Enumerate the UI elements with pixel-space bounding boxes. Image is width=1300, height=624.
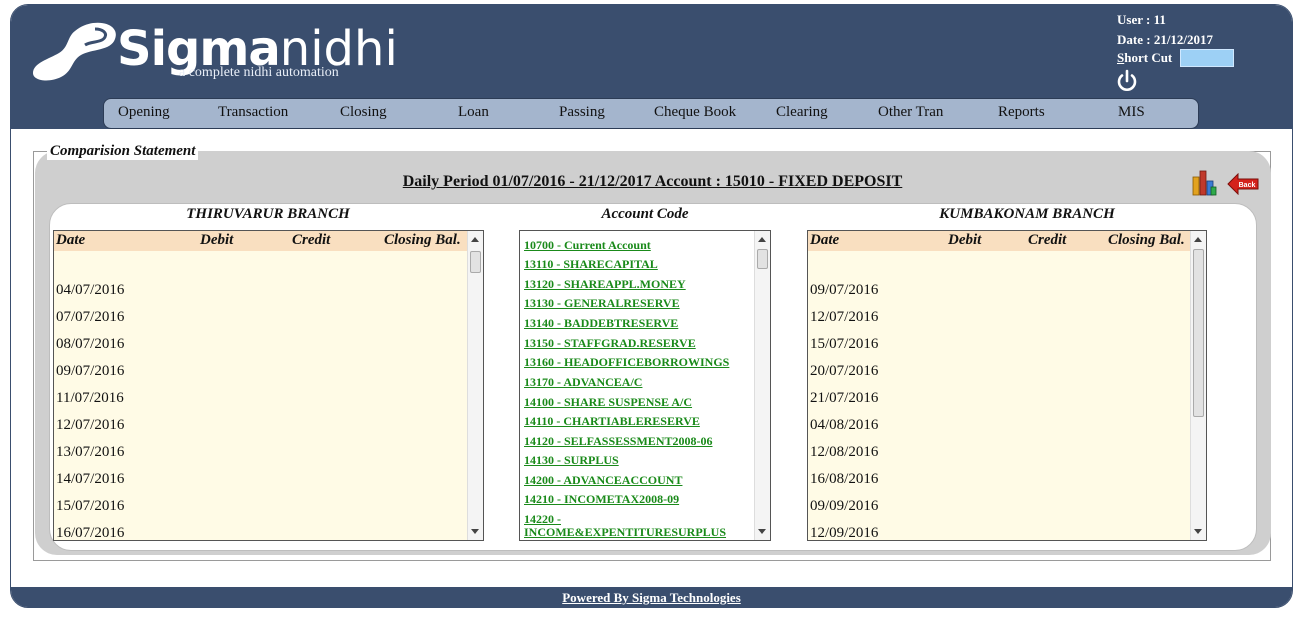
period-title: Daily Period 01/07/2016 - 21/12/2017 Acc… xyxy=(402,173,903,190)
account-code-title: Account Code xyxy=(601,206,689,222)
account-code-link[interactable]: 14110 - CHARTIABLERESERVE xyxy=(524,415,744,428)
account-code-link[interactable]: 14120 - SELFASSESSMENT2008-06 xyxy=(524,435,744,448)
left-scroll-thumb[interactable] xyxy=(470,251,481,273)
shortcut-row: Short Cut xyxy=(1117,49,1235,67)
cell-date: 16/08/2016 xyxy=(810,471,879,487)
menu-cheque-book[interactable]: Cheque Book xyxy=(654,104,736,121)
left-header-date: Date xyxy=(56,232,86,248)
right-branch-title: KUMBAKONAM BRANCH xyxy=(939,206,1115,222)
shortcut-input[interactable] xyxy=(1180,49,1235,67)
shortcut-label-rest: hort Cut xyxy=(1124,50,1173,65)
user-id: User : 11 xyxy=(1117,12,1166,27)
account-code-link[interactable]: 14220 - INCOME&EXPENTITURESURPLUS xyxy=(524,513,744,539)
cell-date: 21/07/2016 xyxy=(810,390,879,406)
account-code-link[interactable]: 10700 - Current Account xyxy=(524,239,744,252)
account-code-link[interactable]: 13140 - BADDEBTRESERVE xyxy=(524,317,744,330)
menu-passing[interactable]: Passing xyxy=(559,104,605,121)
account-code-link[interactable]: 13120 - SHAREAPPL.MONEY xyxy=(524,278,744,291)
user-info: User : 11 Date : 21/12/2017 xyxy=(1117,10,1213,50)
menu-other-tran[interactable]: Other Tran xyxy=(878,104,943,121)
left-header-credit: Credit xyxy=(292,232,331,248)
back-icon[interactable]: Back xyxy=(1227,173,1259,195)
cell-date: 12/09/2016 xyxy=(810,525,879,541)
account-code-link[interactable]: 14210 - INCOMETAX2008-09 xyxy=(524,493,744,506)
left-grid-header: Date Debit Credit Closing Bal. xyxy=(54,231,469,251)
right-grid-header: Date Debit Credit Closing Bal. xyxy=(808,231,1192,251)
right-grid-scrollbar[interactable] xyxy=(1190,231,1206,540)
right-branch-grid: Date Debit Credit Closing Bal. 5008069.0… xyxy=(807,230,1207,541)
cell-date: 14/07/2016 xyxy=(56,471,125,487)
brand-tagline: a complete nidhi automation xyxy=(179,65,339,80)
cell-date: 15/07/2016 xyxy=(810,336,879,352)
right-header-date: Date xyxy=(810,232,840,248)
cell-date: 07/07/2016 xyxy=(56,309,125,325)
account-code-link[interactable]: 13160 - HEADOFFICEBORROWINGS xyxy=(524,356,744,369)
footer: Powered By Sigma Technologies xyxy=(11,587,1292,607)
account-list-scrollbar[interactable] xyxy=(754,231,770,540)
cell-date: 13/07/2016 xyxy=(56,444,125,460)
panel-legend: Comparision Statement xyxy=(47,143,199,160)
header: Sigmanidhi a complete nidhi automation U… xyxy=(11,5,1292,129)
cell-date: 20/07/2016 xyxy=(810,363,879,379)
cell-date: 12/08/2016 xyxy=(810,444,879,460)
app-window: Sigmanidhi a complete nidhi automation U… xyxy=(10,4,1293,608)
right-scroll-thumb[interactable] xyxy=(1193,249,1204,417)
cell-date: 12/07/2016 xyxy=(810,309,879,325)
account-code-link[interactable]: 14130 - SURPLUS xyxy=(524,454,744,467)
account-scroll-thumb[interactable] xyxy=(757,249,768,269)
account-scroll-up-icon[interactable] xyxy=(758,237,766,242)
chart-icon[interactable] xyxy=(1191,169,1217,197)
left-header-debit: Debit xyxy=(200,232,234,248)
account-code-link[interactable]: 13150 - STAFFGRAD.RESERVE xyxy=(524,337,744,350)
account-code-list: 10700 - Current Account 13110 - SHARECAPI… xyxy=(519,230,771,541)
cell-date: 11/07/2016 xyxy=(56,390,124,406)
account-code-link[interactable]: 13110 - SHARECAPITAL xyxy=(524,258,744,271)
cell-date: 04/07/2016 xyxy=(56,282,125,298)
menu-transaction[interactable]: Transaction xyxy=(218,104,288,121)
cell-date: 09/09/2016 xyxy=(810,498,879,514)
account-code-link[interactable]: 14200 - ADVANCEACCOUNT xyxy=(524,474,744,487)
right-header-credit: Credit xyxy=(1028,232,1067,248)
menu-opening[interactable]: Opening xyxy=(118,104,170,121)
session-date: Date : 21/12/2017 xyxy=(1117,32,1214,47)
right-scroll-up-icon[interactable] xyxy=(1194,237,1202,242)
menu-mis[interactable]: MIS xyxy=(1118,104,1145,121)
account-code-link[interactable]: 13130 - GENERALRESERVE xyxy=(524,297,744,310)
cell-date: 09/07/2016 xyxy=(810,282,879,298)
account-scroll-down-icon[interactable] xyxy=(758,529,766,534)
cell-date: 15/07/2016 xyxy=(56,498,125,514)
left-branch-grid: Date Debit Credit Closing Bal. 12944247.… xyxy=(53,230,484,541)
account-code-link[interactable]: 13170 - ADVANCEA/C xyxy=(524,376,744,389)
logo-mark-icon xyxy=(33,22,116,81)
shortcut-label: Short Cut xyxy=(1117,50,1172,66)
left-grid-scrollbar[interactable] xyxy=(467,231,483,540)
cell-date: 04/08/2016 xyxy=(810,417,879,433)
main-menu: Opening Transaction Closing Loan Passing… xyxy=(103,98,1199,129)
left-header-closing: Closing Bal. xyxy=(384,232,461,248)
cell-date: 09/07/2016 xyxy=(56,363,125,379)
right-scroll-down-icon[interactable] xyxy=(1194,529,1202,534)
cell-date: 12/07/2016 xyxy=(56,417,125,433)
right-header-debit: Debit xyxy=(948,232,982,248)
footer-powered-by-link[interactable]: Powered By Sigma Technologies xyxy=(562,590,741,605)
left-scroll-up-icon[interactable] xyxy=(471,237,479,242)
menu-loan[interactable]: Loan xyxy=(458,104,489,121)
power-icon[interactable] xyxy=(1115,69,1139,93)
left-branch-title: THIRUVARUR BRANCH xyxy=(186,206,350,222)
left-scroll-down-icon[interactable] xyxy=(471,529,479,534)
account-code-link[interactable]: 14100 - SHARE SUSPENSE A/C xyxy=(524,396,744,409)
cell-date: 08/07/2016 xyxy=(56,336,125,352)
back-icon-label: Back xyxy=(1239,182,1256,189)
menu-reports[interactable]: Reports xyxy=(998,104,1045,121)
menu-closing[interactable]: Closing xyxy=(340,104,387,121)
menu-clearing[interactable]: Clearing xyxy=(776,104,828,121)
right-header-closing: Closing Bal. xyxy=(1108,232,1185,248)
cell-date: 16/07/2016 xyxy=(56,525,125,541)
